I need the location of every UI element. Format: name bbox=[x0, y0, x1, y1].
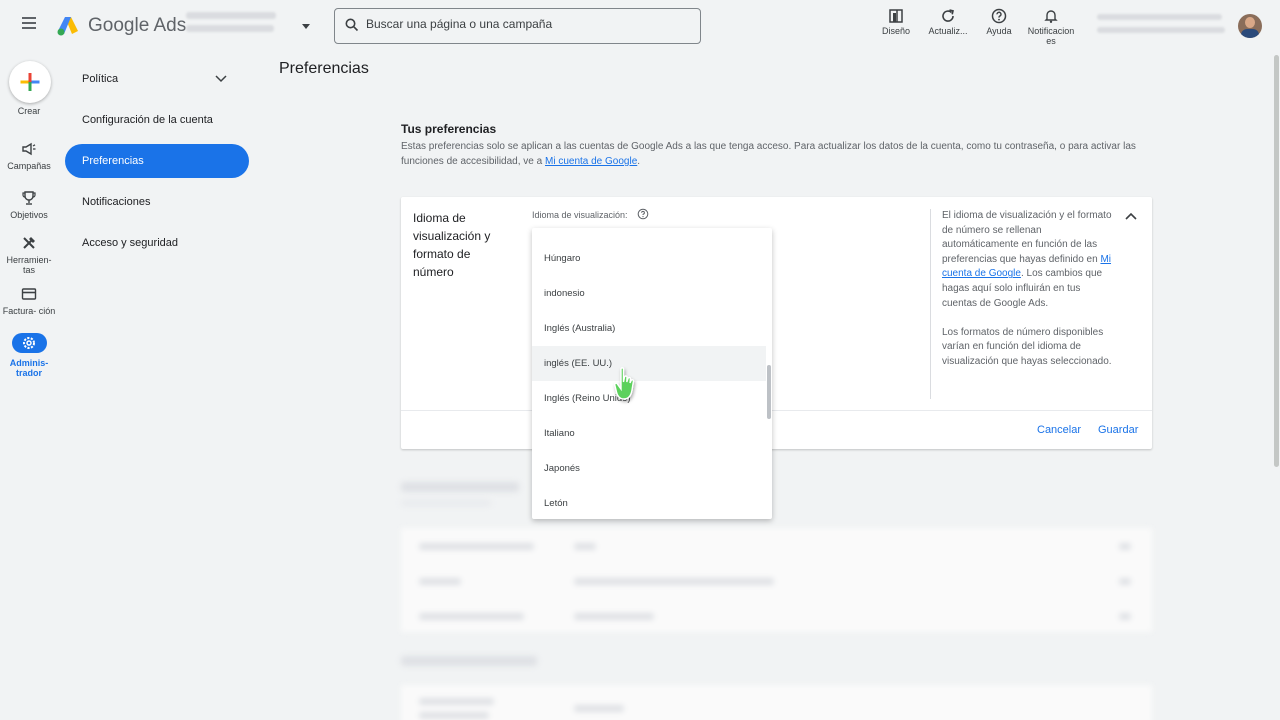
language-option[interactable]: Húngaro bbox=[532, 241, 766, 276]
language-option[interactable]: Italiano bbox=[532, 416, 766, 451]
language-option[interactable]: Inglés (Australia) bbox=[532, 311, 766, 346]
chevron-up-icon[interactable] bbox=[1123, 209, 1139, 225]
page-scrollbar[interactable] bbox=[1274, 55, 1279, 467]
language-option[interactable]: Inglés (Reino Unido) bbox=[532, 381, 766, 416]
card-label: Idioma de visualización y formato de núm… bbox=[413, 211, 491, 279]
language-option[interactable]: Letón bbox=[532, 486, 766, 519]
vertical-divider bbox=[930, 209, 931, 399]
cancel-button[interactable]: Cancelar bbox=[1037, 424, 1081, 436]
help-circle-icon[interactable] bbox=[637, 208, 649, 220]
save-button[interactable]: Guardar bbox=[1098, 424, 1138, 436]
display-language-label: Idioma de visualización: bbox=[532, 210, 628, 220]
language-dropdown-list[interactable]: Húngaro indonesio Inglés (Australia) ing… bbox=[532, 228, 772, 519]
hand-cursor-icon bbox=[614, 367, 635, 400]
language-option-hovered[interactable]: inglés (EE. UU.) bbox=[532, 346, 766, 381]
info-text: El idioma de visualización y el formato … bbox=[942, 209, 1112, 370]
language-option[interactable]: Japonés bbox=[532, 451, 766, 486]
dropdown-scrollbar[interactable] bbox=[767, 365, 771, 419]
card-footer-divider bbox=[401, 410, 1152, 411]
language-format-card: Idioma de visualización y formato de núm… bbox=[401, 197, 1152, 449]
info-text-a: El idioma de visualización y el formato … bbox=[942, 210, 1112, 265]
language-option[interactable]: indonesio bbox=[532, 276, 766, 311]
info-text-2: Los formatos de número disponibles varía… bbox=[942, 326, 1112, 367]
